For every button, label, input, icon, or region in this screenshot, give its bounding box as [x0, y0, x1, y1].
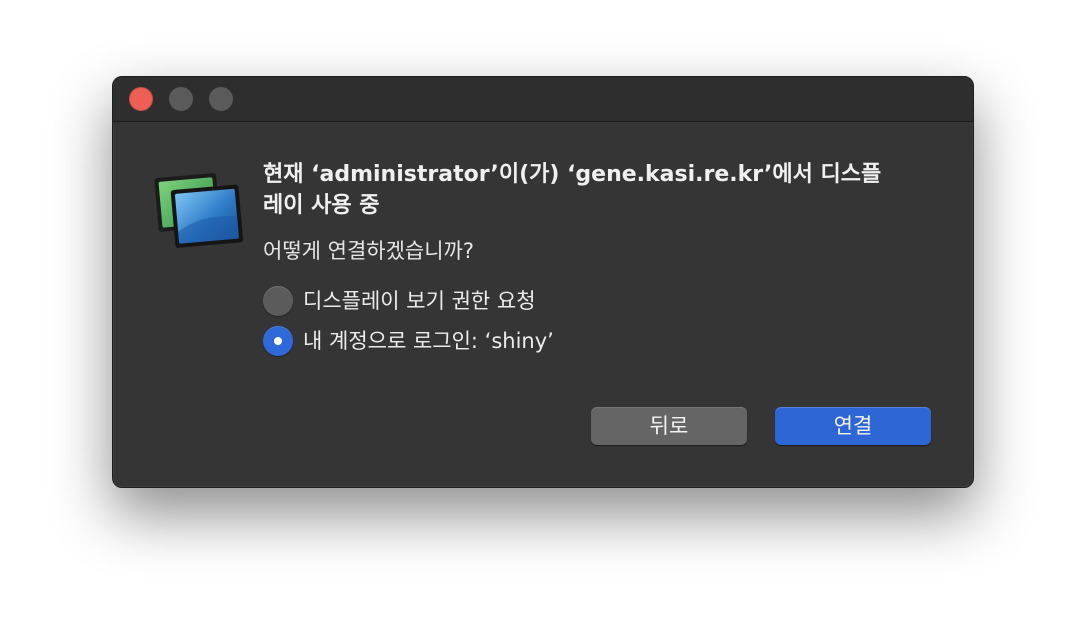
connect-button[interactable]: 연결 — [775, 407, 931, 445]
option-label: 내 계정으로 로그인: ‘shiny’ — [303, 329, 554, 353]
option-request-permission[interactable]: 디스플레이 보기 권한 요청 — [263, 281, 933, 321]
option-label: 디스플레이 보기 권한 요청 — [303, 289, 536, 313]
radio-request-permission[interactable] — [263, 286, 293, 316]
dialog-question: 어떻게 연결하겠습니까? — [263, 239, 475, 263]
option-login-as-user[interactable]: 내 계정으로 로그인: ‘shiny’ — [263, 321, 933, 361]
screen-sharing-icon — [153, 169, 249, 251]
title-bar — [113, 77, 973, 122]
connection-dialog: 현재 ‘administrator’이(가) ‘gene.kasi.re.kr’… — [112, 76, 974, 488]
dialog-content: 현재 ‘administrator’이(가) ‘gene.kasi.re.kr’… — [263, 159, 933, 361]
connection-options: 디스플레이 보기 권한 요청 내 계정으로 로그인: ‘shiny’ — [263, 281, 933, 361]
minimize-window-button[interactable] — [169, 87, 193, 111]
zoom-window-button[interactable] — [209, 87, 233, 111]
close-window-button[interactable] — [129, 87, 153, 111]
back-button[interactable]: 뒤로 — [591, 407, 747, 445]
dialog-heading: 현재 ‘administrator’이(가) ‘gene.kasi.re.kr’… — [263, 162, 882, 218]
radio-login-as-user[interactable] — [263, 326, 293, 356]
